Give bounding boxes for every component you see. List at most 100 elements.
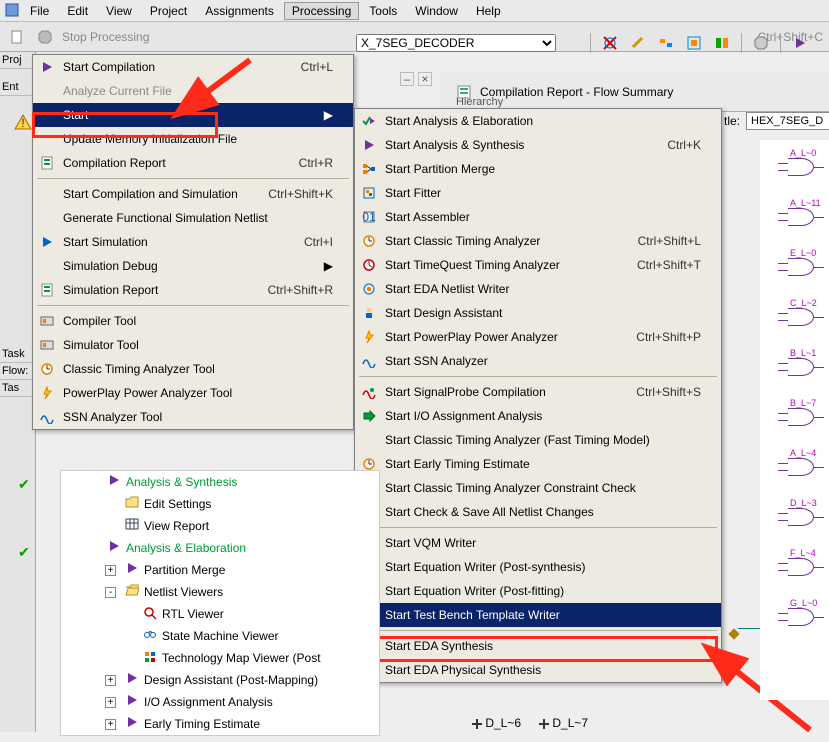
tree-expander[interactable]: + (105, 697, 116, 708)
tab-tasks[interactable]: Tas (0, 380, 35, 397)
panel-minimize[interactable]: – (400, 72, 414, 86)
check-play-icon (359, 115, 379, 127)
tool-icon-5[interactable] (711, 32, 733, 54)
eda-icon (359, 282, 379, 296)
menu-item[interactable]: Start Analysis & SynthesisCtrl+K (355, 133, 721, 157)
menu-item[interactable]: Start Partition Merge (355, 157, 721, 181)
menu-item[interactable]: Compilation ReportCtrl+R (33, 151, 353, 175)
menu-item[interactable]: Start Classic Timing Analyzer (Fast Timi… (355, 428, 721, 452)
menu-item[interactable]: Start EDA Netlist Writer (355, 277, 721, 301)
menu-item[interactable]: SSN Analyzer Tool (33, 405, 353, 429)
tool-icon-1[interactable] (599, 32, 621, 54)
new-button[interactable] (6, 26, 28, 48)
stop-processing-button[interactable] (34, 26, 56, 48)
tree-item[interactable]: -Netlist Viewers (61, 581, 379, 603)
menu-item[interactable]: Start SimulationCtrl+I (33, 230, 353, 254)
tree-item[interactable]: State Machine Viewer (61, 625, 379, 647)
tab-task[interactable]: Task (0, 346, 35, 363)
menu-item[interactable]: Start Design Assistant (355, 301, 721, 325)
tab-entity[interactable]: Ent (0, 79, 35, 96)
menu-project[interactable]: Project (142, 2, 195, 20)
menu-item[interactable]: Simulation ReportCtrl+Shift+R (33, 278, 353, 302)
menu-item[interactable]: Simulation Debug▶ (33, 254, 353, 278)
tree-item[interactable]: +I/O Assignment Analysis (61, 691, 379, 713)
and-gate-icon (788, 208, 814, 226)
menu-item[interactable]: Start Early Timing Estimate (355, 452, 721, 476)
menu-item[interactable]: Start Equation Writer (Post-synthesis) (355, 555, 721, 579)
menu-item[interactable]: Update Memory Initialization File (33, 127, 353, 151)
menu-item[interactable]: Generate Functional Simulation Netlist (33, 206, 353, 230)
menu-item[interactable]: Compiler Tool (33, 309, 353, 333)
menu-item-label: Compiler Tool (63, 314, 333, 328)
menu-item[interactable]: Start Check & Save All Netlist Changes (355, 500, 721, 524)
tree-item[interactable]: View Report (61, 515, 379, 537)
entity-input[interactable] (746, 112, 829, 130)
tree-expander[interactable]: + (105, 565, 116, 576)
tree-item[interactable]: +Partition Merge (61, 559, 379, 581)
panel-close[interactable]: × (418, 72, 432, 86)
tree-expander[interactable]: + (105, 675, 116, 686)
menu-item[interactable]: Start EDA Physical Synthesis (355, 658, 721, 682)
tree-item-label: Analysis & Elaboration (126, 541, 246, 555)
menu-view[interactable]: View (98, 2, 140, 20)
menu-item[interactable]: Start PowerPlay Power AnalyzerCtrl+Shift… (355, 325, 721, 349)
menu-item[interactable]: PowerPlay Power Analyzer Tool (33, 381, 353, 405)
menu-item[interactable]: Start Compilation and SimulationCtrl+Shi… (33, 182, 353, 206)
menu-item[interactable]: Start Classic Timing AnalyzerCtrl+Shift+… (355, 229, 721, 253)
menu-item[interactable]: Start TimeQuest Timing AnalyzerCtrl+Shif… (355, 253, 721, 277)
menu-item[interactable]: Start▶ (33, 103, 353, 127)
tree-item[interactable]: +Early Timing Estimate (61, 713, 379, 735)
processing-menu: Start CompilationCtrl+LAnalyze Current F… (32, 54, 354, 430)
schematic-view[interactable]: A_L~0A_L~11E_L~0C_L~2B_L~1B_L~7A_L~4D_L~… (760, 140, 829, 700)
tab-project[interactable]: Proj (0, 52, 35, 69)
menu-item[interactable]: Start Test Bench Template Writer (355, 603, 721, 627)
tool-icon-3[interactable] (655, 32, 677, 54)
task-tree: Analysis & Synthesis Edit Settings View Re… (60, 470, 380, 736)
tool-icon-4[interactable] (683, 32, 705, 54)
menu-item-label: Update Memory Initialization File (63, 132, 333, 146)
tool-icon-2[interactable] (627, 32, 649, 54)
menu-window[interactable]: Window (407, 2, 466, 20)
run-icon[interactable] (789, 32, 811, 54)
menu-item[interactable]: Start Classic Timing Analyzer Constraint… (355, 476, 721, 500)
menu-item[interactable]: 01Start Assembler (355, 205, 721, 229)
and-gate-icon (788, 408, 814, 426)
menu-edit[interactable]: Edit (59, 2, 96, 20)
tree-item[interactable]: Analysis & Synthesis (61, 471, 379, 493)
menu-item[interactable]: Simulator Tool (33, 333, 353, 357)
menu-help[interactable]: Help (468, 2, 509, 20)
menu-item[interactable]: Start EDA Synthesis (355, 634, 721, 658)
menu-item[interactable]: Analyze Current File (33, 79, 353, 103)
menu-item[interactable]: Start Equation Writer (Post-fitting) (355, 579, 721, 603)
menu-item[interactable]: Start CompilationCtrl+L (33, 55, 353, 79)
tree-item[interactable]: Technology Map Viewer (Post (61, 647, 379, 669)
report-title: Compilation Report - Flow Summary (480, 85, 673, 99)
menu-item[interactable]: Classic Timing Analyzer Tool (33, 357, 353, 381)
menu-file[interactable]: File (22, 2, 57, 20)
and-gate-icon (788, 258, 814, 276)
menu-item[interactable]: Start VQM Writer (355, 531, 721, 555)
play-icon (106, 540, 122, 556)
map-icon (142, 650, 158, 666)
menu-item[interactable]: Start Fitter (355, 181, 721, 205)
menu-item[interactable]: Start Analysis & Elaboration (355, 109, 721, 133)
tree-item[interactable]: RTL Viewer (61, 603, 379, 625)
play-icon (37, 61, 57, 73)
menu-processing[interactable]: Processing (284, 2, 359, 20)
menu-item-label: Start I/O Assignment Analysis (385, 409, 701, 423)
tab-flow[interactable]: Flow: (0, 363, 35, 380)
menu-item[interactable]: Start SignalProbe CompilationCtrl+Shift+… (355, 380, 721, 404)
tree-expander[interactable]: + (105, 719, 116, 730)
tree-item[interactable]: +Design Assistant (Post-Mapping) (61, 669, 379, 691)
tree-item-label: Analysis & Synthesis (126, 475, 237, 489)
stop-icon[interactable] (750, 32, 772, 54)
tree-item[interactable]: Edit Settings (61, 493, 379, 515)
project-select[interactable]: X_7SEG_DECODER (356, 34, 556, 52)
menu-assignments[interactable]: Assignments (197, 2, 282, 20)
tree-expander[interactable]: - (105, 587, 116, 598)
menu-item[interactable]: Start SSN Analyzer (355, 349, 721, 373)
tree-item-label: View Report (144, 519, 209, 533)
tree-item[interactable]: Analysis & Elaboration (61, 537, 379, 559)
menu-item[interactable]: Start I/O Assignment Analysis (355, 404, 721, 428)
menu-tools[interactable]: Tools (361, 2, 405, 20)
